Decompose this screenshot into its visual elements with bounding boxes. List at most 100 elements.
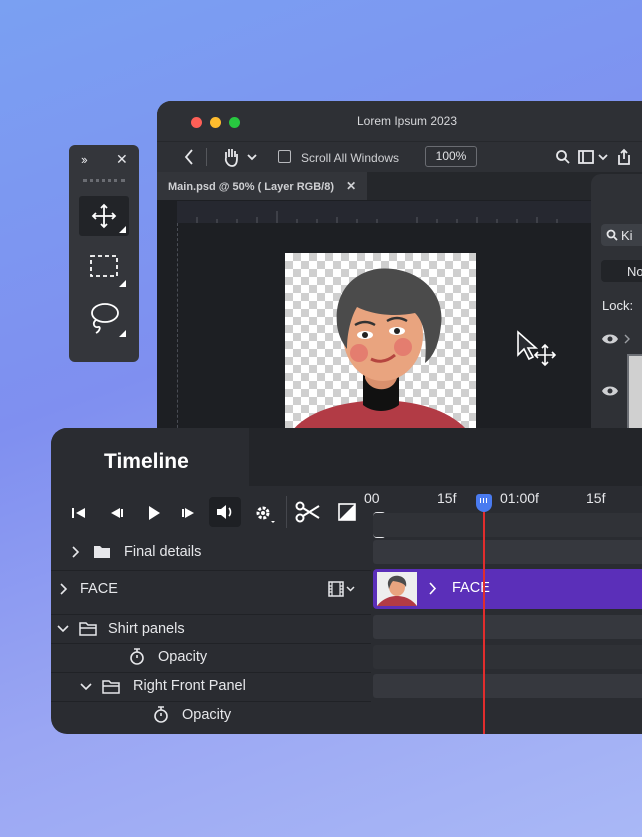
playhead-handle[interactable] <box>476 494 492 512</box>
chevron-down-icon[interactable] <box>57 625 69 633</box>
panel-layout-icon[interactable] <box>578 150 594 164</box>
ruler-label: 00 <box>364 490 380 506</box>
playhead-line[interactable] <box>483 500 485 734</box>
rectangle-select-icon <box>90 255 118 277</box>
audio-button[interactable] <box>209 497 241 527</box>
property-row-opacity[interactable]: Opacity <box>51 703 371 729</box>
previous-frame-icon[interactable] <box>108 507 124 519</box>
track-final-details[interactable] <box>373 540 642 564</box>
chevron-right-icon[interactable] <box>429 582 437 595</box>
timeline-header-bar <box>249 428 642 486</box>
move-cursor-icon <box>517 330 557 367</box>
layer-label: Shirt panels <box>108 621 185 637</box>
layer-label: FACE <box>80 581 118 597</box>
speaker-icon <box>217 505 232 519</box>
timeline-panel: Timeline 00 15f 01:00f 15f Final details… <box>51 428 642 734</box>
go-to-first-frame-icon[interactable] <box>71 507 87 519</box>
main-window: Lorem Ipsum 2023 Scroll All Windows 100%… <box>157 101 642 441</box>
layer-label: Right Front Panel <box>133 678 246 694</box>
work-area-bar[interactable] <box>373 513 642 537</box>
marquee-tool-button[interactable] <box>79 247 129 287</box>
toolbar-divider <box>286 496 287 528</box>
chevron-down-icon[interactable] <box>598 154 608 162</box>
close-icon[interactable]: ✕ <box>116 151 128 168</box>
move-tool-button[interactable] <box>79 196 129 236</box>
chevron-down-icon[interactable] <box>247 154 257 162</box>
layer-search-field[interactable]: Ki <box>601 224 642 246</box>
palette-grip[interactable] <box>83 179 125 185</box>
layer-label: Final details <box>124 544 202 560</box>
layer-row-face[interactable]: FACE <box>51 572 371 608</box>
layer-search-text: Ki <box>621 228 633 243</box>
track-opacity[interactable] <box>373 645 642 669</box>
ruler-label: 01:00f <box>500 490 539 506</box>
face-clip[interactable]: FACE <box>373 569 642 609</box>
layer-row-final-details[interactable]: Final details <box>51 538 371 568</box>
property-row-opacity[interactable]: Opacity <box>51 645 371 671</box>
lasso-icon <box>91 303 119 334</box>
scroll-all-windows-checkbox[interactable] <box>278 150 291 163</box>
track-shirt-panels[interactable] <box>373 615 642 639</box>
folder-open-icon <box>79 622 97 636</box>
horizontal-ruler <box>177 201 597 223</box>
submenu-corner-icon <box>119 280 126 287</box>
toolbar-divider <box>206 148 207 166</box>
scissors-icon[interactable] <box>295 501 321 523</box>
document-tab-title: Main.psd @ 50% ( Layer RGB/8) <box>168 181 334 193</box>
submenu-corner-icon <box>119 226 126 233</box>
search-icon[interactable] <box>555 149 571 165</box>
layer-row-shirt-panels[interactable]: Shirt panels <box>51 616 371 642</box>
folder-open-icon <box>102 680 120 694</box>
guide-line <box>177 223 179 441</box>
row-divider <box>51 643 371 644</box>
track-right-front-panel[interactable] <box>373 674 642 698</box>
play-icon[interactable] <box>147 505 161 521</box>
share-icon[interactable] <box>615 148 633 166</box>
ruler-label: 15f <box>437 490 457 506</box>
eye-icon[interactable] <box>601 332 631 346</box>
property-label: Opacity <box>182 707 232 723</box>
property-label: Opacity <box>158 649 208 665</box>
zoom-level-field[interactable]: 100% <box>425 146 477 167</box>
submenu-corner-icon <box>119 330 126 337</box>
blend-mode-value: No <box>627 264 642 279</box>
row-divider <box>51 701 371 702</box>
stopwatch-icon[interactable] <box>129 648 145 666</box>
back-chevron-icon[interactable] <box>183 148 195 166</box>
chevron-right-icon[interactable] <box>72 546 80 558</box>
clip-thumbnail <box>377 572 417 606</box>
portrait-image[interactable] <box>285 253 476 441</box>
transition-icon[interactable] <box>338 503 356 521</box>
move-arrows-icon <box>91 203 117 229</box>
gear-icon[interactable] <box>253 503 277 525</box>
close-tab-icon[interactable]: ✕ <box>346 179 356 193</box>
blend-mode-dropdown[interactable]: No <box>601 260 642 282</box>
expand-icon[interactable]: ›› <box>81 152 88 167</box>
document-tab[interactable]: Main.psd @ 50% ( Layer RGB/8) ✕ <box>157 172 367 200</box>
next-frame-icon[interactable] <box>181 507 197 519</box>
layers-panel: Ki No Lock: <box>591 174 642 441</box>
timeline-title: Timeline <box>104 450 189 473</box>
toolbar: Scroll All Windows 100% <box>157 141 642 172</box>
tool-palette: ›› ✕ <box>69 145 139 362</box>
film-strip-icon[interactable] <box>328 580 358 598</box>
window-title: Lorem Ipsum 2023 <box>356 114 458 128</box>
row-divider <box>51 570 371 571</box>
row-divider <box>51 614 371 615</box>
hand-tool-icon[interactable] <box>221 146 241 168</box>
stopwatch-icon[interactable] <box>153 706 169 724</box>
document-tab-bar: Main.psd @ 50% ( Layer RGB/8) ✕ <box>157 172 642 200</box>
eye-icon[interactable] <box>601 384 619 398</box>
chevron-right-icon[interactable] <box>60 583 68 595</box>
layer-thumbnail[interactable] <box>627 354 642 438</box>
lasso-tool-button[interactable] <box>79 297 129 339</box>
folder-icon <box>94 546 110 558</box>
lock-label: Lock: <box>602 298 634 313</box>
chevron-down-icon[interactable] <box>80 683 92 691</box>
search-icon <box>606 229 618 241</box>
scroll-all-windows-label: Scroll All Windows <box>301 151 400 165</box>
portrait-illustration <box>285 268 475 441</box>
row-divider <box>51 672 371 673</box>
layer-row-right-front-panel[interactable]: Right Front Panel <box>51 674 371 700</box>
ruler-label: 15f <box>586 490 606 506</box>
